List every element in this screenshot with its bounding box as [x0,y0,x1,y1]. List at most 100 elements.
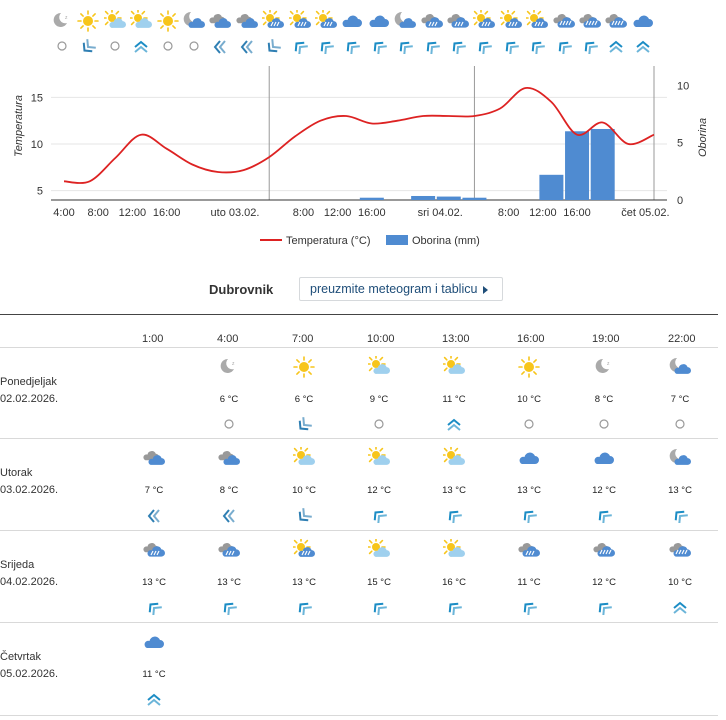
cloud-heavy-rain-icon [579,10,601,32]
location-name: Dubrovnik [209,282,274,297]
cloud-heavy-rain-icon [605,10,628,32]
forecast-icon-strip: z [0,8,726,64]
precip-bar [565,131,590,200]
wind-calm-icon [520,416,538,432]
svg-text:z: z [65,15,68,21]
sun-cloud-icon [441,537,465,561]
wind-west-icon [220,507,238,523]
x-tick-label: 12:00 [529,207,557,219]
wind-north-icon [132,38,150,54]
day-name: Ponedjeljak [0,376,57,388]
cloud-icon [593,447,615,469]
cloud-icon [368,10,390,32]
svg-text:z: z [607,361,610,367]
temperature-value: 13 °C [292,577,316,588]
wind-west-icon [145,507,163,523]
temperature-value: 7 °C [670,394,690,405]
temperature-value: 13 °C [142,577,166,588]
wind-nw-icon [595,599,613,616]
sun-cloud-rain-icon [260,8,285,32]
y-tick-label: 15 [31,92,43,104]
x-tick-label: 8:00 [498,207,519,219]
y2-axis-label: Oborina [697,118,709,157]
cloud-icon [632,10,654,32]
day-row: Utorak 03.02.2026. 7 °C 8 °C 10 °C 12 °C 13 °C… [0,438,718,531]
precip-bar [436,196,461,200]
moon-cloud-icon [669,356,691,378]
cloud-dark-icon [209,10,232,32]
hour-header: 19:00 [592,333,620,345]
y-tick-label: 5 [37,186,43,198]
download-meteogram-button[interactable]: preuzmite meteogram i tablicu [299,277,503,301]
temperature-value: 13 °C [442,485,466,496]
wind-sw-icon [295,507,313,523]
cloud-icon [143,631,165,653]
sun-cloud-icon [366,445,390,469]
day-date: 03.02.2026. [0,484,59,496]
sun-cloud-icon [441,445,465,469]
wind-calm-icon [185,38,203,54]
temperature-value: 8 °C [219,485,239,496]
cloud-rain-icon [421,10,443,32]
wind-north-icon [671,599,689,615]
legend-precip-label: Oborina (mm) [412,235,480,247]
cloud-heavy-rain-icon [593,539,615,561]
day-label: Srijeda 04.02.2026. [0,557,58,591]
moon-cloud-icon [669,447,691,469]
sun-cloud-rain-icon [313,8,337,32]
chevron-right-icon [483,285,489,294]
hour-header: 4:00 [217,333,239,345]
temperature-value: 16 °C [442,577,466,588]
day-date: 02.02.2026. [0,393,59,405]
cloud-dark-icon [218,447,240,469]
temperature-value: 13 °C [668,485,692,496]
cloud-heavy-rain-icon [553,10,575,32]
temperature-value: 10 °C [292,485,316,496]
moon-cloud-icon [394,10,417,32]
x-tick-label: 12:00 [119,207,147,219]
precip-bar [539,174,564,200]
x-tick-label: 8:00 [293,207,314,219]
y2-tick-label: 0 [677,195,683,207]
wind-nw-icon [317,38,335,55]
day-name: Srijeda [0,559,35,571]
hour-header: 7:00 [292,333,314,345]
wind-north-icon [607,38,625,54]
wind-nw-icon [396,38,414,55]
temperature-value: 10 °C [517,394,541,405]
day-name: Četvrtak [0,651,41,663]
wind-nw-icon [295,599,313,616]
sun-cloud-rain-icon [497,8,522,32]
day-row: Četvrtak 05.02.2026. 11 °C [0,622,718,716]
day-label: Ponedjeljak 02.02.2026. [0,374,58,408]
wind-nw-icon [220,599,238,616]
temperature-value: 13 °C [517,485,541,496]
temperature-value: 15 °C [367,577,391,588]
wind-calm-icon [671,416,689,432]
cloud-rain-icon [218,539,240,561]
wind-sw-icon [79,38,97,54]
temperature-value: 11 °C [442,394,466,405]
sun-cloud-icon [291,445,315,469]
precip-bar [359,197,384,200]
hour-header: 1:00 [142,333,164,345]
wind-sw-icon [295,416,313,432]
wind-calm-icon [159,38,177,54]
precip-bar [411,195,436,200]
x-tick-label: 4:00 [53,207,74,219]
y2-tick-label: 5 [677,138,683,150]
x-tick-label: sri 04.02. [418,207,463,219]
cloud-rain-icon [518,539,540,561]
temperature-value: 12 °C [592,485,616,496]
sun-icon [518,356,540,378]
temperature-value: 11 °C [517,577,541,588]
hour-header: 10:00 [367,333,395,345]
meteogram-chart: 5 10 15 0 5 10 Temperatura Oborina 4:00 8:00 12:00… [13,66,709,247]
wind-nw-icon [423,38,441,55]
temperature-value: 11 °C [142,669,166,680]
temperature-value: 6 °C [219,394,239,405]
temperature-value: 8 °C [594,394,614,405]
wind-nw-icon [145,599,163,616]
precip-bar [462,197,487,200]
wind-calm-icon [595,416,613,432]
